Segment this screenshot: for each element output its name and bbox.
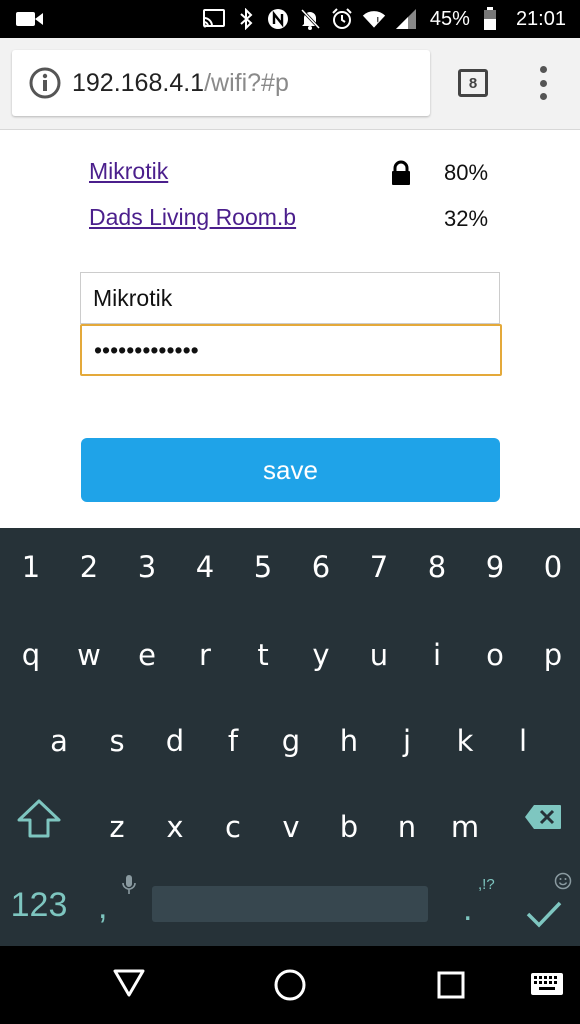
alarm-icon (330, 7, 354, 31)
url-host: 192.168.4.1 (72, 68, 205, 97)
battery-percent: 45% (429, 7, 470, 30)
key-n[interactable]: n (383, 798, 431, 856)
network-signal: 80% (444, 160, 489, 185)
recents-icon[interactable] (437, 971, 465, 999)
status-bar: ! 45% 21:01 (0, 0, 580, 38)
key-t[interactable]: t (239, 626, 287, 684)
key-1[interactable]: 1 (7, 538, 55, 596)
cast-icon (202, 7, 226, 31)
key-3[interactable]: 3 (123, 538, 171, 596)
comma-key[interactable]: , (98, 888, 107, 927)
svg-text:!: ! (376, 16, 380, 28)
tab-switcher-button[interactable]: 8 (458, 69, 488, 97)
system-nav-bar (0, 946, 580, 1024)
notifications-off-icon (298, 7, 322, 31)
key-2[interactable]: 2 (65, 538, 113, 596)
back-icon[interactable] (112, 968, 146, 998)
key-h[interactable]: h (325, 712, 373, 770)
key-9[interactable]: 9 (471, 538, 519, 596)
key-q[interactable]: q (7, 626, 55, 684)
cell-signal-icon (394, 7, 418, 31)
url-text[interactable]: 192.168.4.1/wifi?#p (72, 69, 289, 98)
bluetooth-icon (234, 7, 258, 31)
overflow-menu-icon[interactable] (532, 66, 554, 100)
key-k[interactable]: k (441, 712, 489, 770)
key-g[interactable]: g (267, 712, 315, 770)
home-icon[interactable] (273, 968, 307, 1002)
key-l[interactable]: l (499, 712, 547, 770)
space-bar[interactable] (152, 886, 428, 922)
lock-icon (392, 160, 410, 185)
info-icon[interactable] (28, 66, 62, 100)
key-d[interactable]: d (151, 712, 199, 770)
key-c[interactable]: c (209, 798, 257, 856)
browser-toolbar: 192.168.4.1/wifi?#p 8 (0, 38, 580, 130)
key-z[interactable]: z (93, 798, 141, 856)
key-e[interactable]: e (123, 626, 171, 684)
network-link-mikrotik[interactable]: Mikrotik (89, 158, 168, 185)
punctuation-hint: ,!? (478, 876, 495, 893)
key-p[interactable]: p (529, 626, 577, 684)
key-v[interactable]: v (267, 798, 315, 856)
key-y[interactable]: y (297, 626, 345, 684)
keyboard-switch-icon[interactable] (530, 972, 564, 996)
key-u[interactable]: u (355, 626, 403, 684)
password-input[interactable]: ••••••••••••• (80, 324, 502, 376)
key-o[interactable]: o (471, 626, 519, 684)
ssid-input[interactable]: Mikrotik (80, 272, 500, 324)
key-i[interactable]: i (413, 626, 461, 684)
enter-check-icon[interactable] (526, 900, 562, 928)
shift-key-icon[interactable] (16, 798, 62, 840)
key-a[interactable]: a (35, 712, 83, 770)
backspace-key-icon[interactable] (524, 804, 562, 830)
url-path: /wifi?#p (204, 68, 289, 97)
key-6[interactable]: 6 (297, 538, 345, 596)
key-s[interactable]: s (93, 712, 141, 770)
key-x[interactable]: x (151, 798, 199, 856)
network-link-dads-living-room[interactable]: Dads Living Room.b (89, 204, 296, 231)
wifi-icon: ! (362, 7, 386, 31)
key-7[interactable]: 7 (355, 538, 403, 596)
key-j[interactable]: j (383, 712, 431, 770)
key-b[interactable]: b (325, 798, 373, 856)
soft-keyboard: 1234567890 qwertyuiop asdfghjkl zxcvbnm … (0, 528, 580, 946)
clock: 21:01 (515, 7, 566, 30)
key-5[interactable]: 5 (239, 538, 287, 596)
symbols-key[interactable]: 123 (6, 880, 72, 930)
key-w[interactable]: w (65, 626, 113, 684)
period-key[interactable]: . (463, 890, 472, 929)
microphone-icon[interactable] (122, 874, 136, 896)
address-bar[interactable]: 192.168.4.1/wifi?#p (12, 50, 430, 116)
key-r[interactable]: r (181, 626, 229, 684)
save-button[interactable]: save (81, 438, 500, 502)
key-0[interactable]: 0 (529, 538, 577, 596)
key-4[interactable]: 4 (181, 538, 229, 596)
key-m[interactable]: m (441, 798, 489, 856)
emoji-icon[interactable] (554, 872, 572, 890)
nfc-icon (266, 7, 290, 31)
key-f[interactable]: f (209, 712, 257, 770)
battery-icon (478, 7, 502, 31)
key-8[interactable]: 8 (413, 538, 461, 596)
video-camera-icon (16, 12, 43, 26)
network-signal: 32% (444, 206, 489, 231)
